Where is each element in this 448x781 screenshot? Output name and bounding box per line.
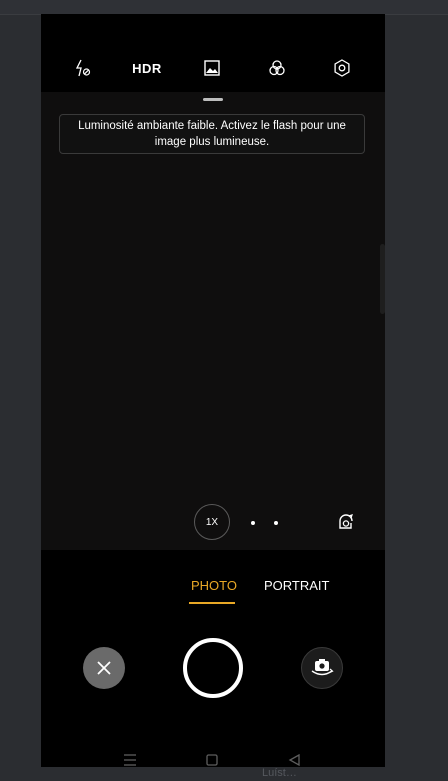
camera-top-bar: HDR — [41, 14, 385, 92]
mode-portrait[interactable]: PORTRAIT — [264, 578, 330, 593]
camera-switch-icon — [311, 659, 334, 676]
settings-icon[interactable] — [327, 56, 357, 80]
camera-switch-button[interactable] — [301, 647, 343, 689]
close-button[interactable] — [83, 647, 125, 689]
camera-controls — [41, 620, 385, 740]
background-text: Luíst… — [262, 767, 297, 779]
low-light-notice: Luminosité ambiante faible. Activez le f… — [59, 114, 365, 154]
drawer-handle[interactable] — [203, 98, 223, 101]
zoom-dot[interactable] — [274, 521, 278, 525]
hdr-button[interactable]: HDR — [132, 56, 162, 80]
lens-switch-icon[interactable] — [336, 512, 356, 532]
zoom-dot[interactable] — [251, 521, 255, 525]
viewfinder[interactable] — [41, 92, 385, 550]
flash-off-icon[interactable] — [68, 56, 98, 80]
side-edge-handle[interactable] — [380, 244, 385, 314]
shutter-button[interactable] — [183, 638, 243, 698]
background-window-text: Luíst… — [0, 767, 448, 781]
image-icon[interactable] — [197, 56, 227, 80]
camera-app: HDR Luminosité ambiante faible. Activez … — [41, 14, 385, 781]
active-mode-indicator — [189, 602, 235, 604]
background-window-strip — [0, 0, 448, 15]
mode-photo[interactable]: PHOTO — [191, 578, 237, 593]
color-filter-icon[interactable] — [262, 56, 292, 80]
zoom-button[interactable]: 1X — [194, 504, 230, 540]
close-icon — [97, 661, 111, 675]
mode-selector: PHOTO PORTRAIT — [41, 550, 385, 620]
